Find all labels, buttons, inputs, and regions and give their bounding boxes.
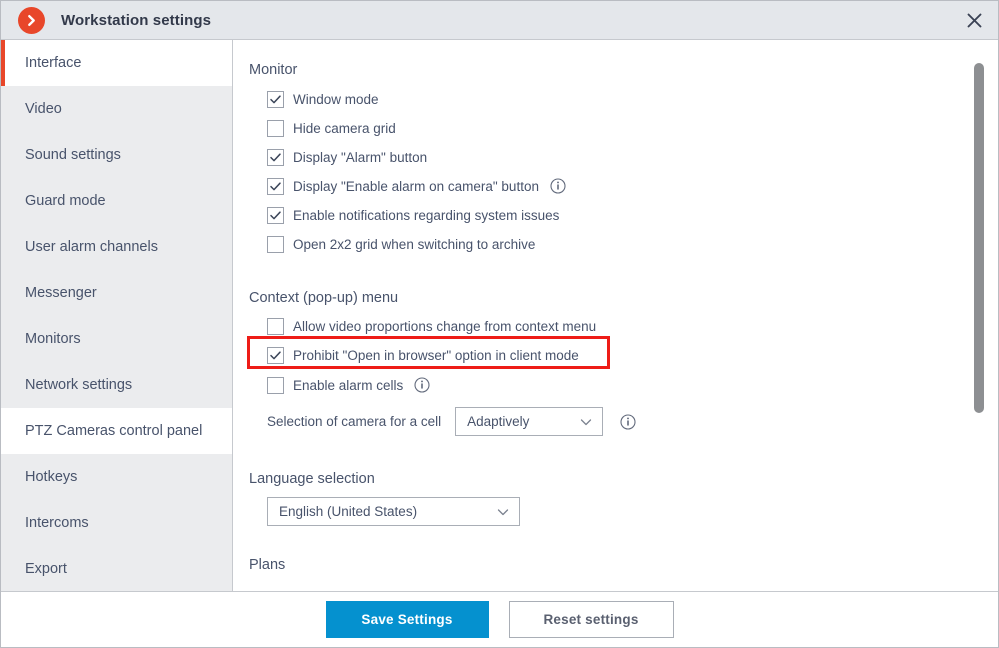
- sidebar-item-messenger[interactable]: Messenger: [1, 270, 232, 316]
- checkbox-row-enable-alarm-cells[interactable]: Enable alarm cells: [267, 374, 430, 396]
- chevron-down-icon: [579, 415, 593, 429]
- camera-selection-value: Adaptively: [467, 414, 530, 429]
- section-title-plans: Plans: [249, 557, 286, 573]
- checkbox-label: Allow video proportions change from cont…: [293, 318, 597, 334]
- sidebar-item-intercoms[interactable]: Intercoms: [1, 500, 232, 546]
- chevron-down-icon: [496, 505, 510, 519]
- sidebar-item-label: Interface: [25, 55, 82, 71]
- sidebar-item-monitors[interactable]: Monitors: [1, 316, 232, 362]
- section-title-monitor: Monitor: [249, 62, 298, 78]
- checkbox-row-enable-notifications[interactable]: Enable notifications regarding system is…: [267, 204, 559, 226]
- checkbox-row-hide-camera-grid[interactable]: Hide camera grid: [267, 117, 396, 139]
- language-dropdown[interactable]: English (United States): [267, 497, 520, 526]
- close-icon: [967, 13, 981, 27]
- reset-settings-button[interactable]: Reset settings: [508, 601, 674, 638]
- camera-selection-row: Selection of camera for a cell Adaptivel…: [267, 406, 636, 437]
- sidebar-item-label: Export: [25, 561, 67, 577]
- checkbox-display-enable-alarm-on-camera[interactable]: [267, 177, 284, 195]
- sidebar-nav: Interface Video Sound settings Guard mode Us…: [1, 40, 233, 591]
- checkbox-open-2x2-grid[interactable]: [267, 235, 284, 253]
- sidebar-item-label: Messenger: [25, 285, 97, 301]
- sidebar-item-label: Network settings: [25, 377, 133, 393]
- settings-content-panel: Monitor Window mode Hide camera grid Dis…: [234, 40, 998, 591]
- checkbox-row-window-mode[interactable]: Window mode: [267, 88, 379, 110]
- sidebar-item-export[interactable]: Export: [1, 546, 232, 591]
- info-icon[interactable]: [620, 413, 636, 430]
- check-icon: [270, 181, 281, 190]
- sidebar-item-label: Guard mode: [25, 193, 106, 209]
- sidebar-item-ptz-cameras-control-panel[interactable]: PTZ Cameras control panel: [1, 408, 232, 454]
- chevron-right-circle-icon: [18, 6, 45, 34]
- check-icon: [270, 152, 281, 161]
- sidebar-item-sound-settings[interactable]: Sound settings: [1, 132, 232, 178]
- camera-selection-label: Selection of camera for a cell: [267, 414, 442, 429]
- checkbox-row-display-enable-alarm-on-camera[interactable]: Display "Enable alarm on camera" button: [267, 175, 566, 197]
- sidebar-item-label: Video: [25, 101, 62, 117]
- window-title: Workstation settings: [61, 11, 212, 29]
- checkbox-label: Enable alarm cells: [293, 377, 404, 393]
- close-button[interactable]: [950, 1, 998, 39]
- dialog-footer: Save Settings Reset settings: [1, 591, 998, 647]
- sidebar-item-label: Hotkeys: [25, 469, 78, 485]
- vertical-scrollbar-thumb[interactable]: [974, 63, 984, 413]
- checkbox-row-allow-video-proportions[interactable]: Allow video proportions change from cont…: [267, 315, 596, 337]
- sidebar-item-guard-mode[interactable]: Guard mode: [1, 178, 232, 224]
- checkbox-label: Display "Enable alarm on camera" button: [293, 178, 539, 194]
- sidebar-item-label: PTZ Cameras control panel: [25, 423, 203, 439]
- save-settings-button[interactable]: Save Settings: [325, 601, 489, 638]
- checkbox-label: Prohibit "Open in browser" option in cli…: [293, 347, 579, 363]
- sidebar-item-label: Sound settings: [25, 147, 121, 163]
- sidebar-item-hotkeys[interactable]: Hotkeys: [1, 454, 232, 500]
- checkbox-row-open-2x2-grid[interactable]: Open 2x2 grid when switching to archive: [267, 233, 535, 255]
- section-title-language-selection: Language selection: [249, 471, 375, 487]
- sidebar-item-network-settings[interactable]: Network settings: [1, 362, 232, 408]
- checkbox-label: Window mode: [293, 91, 379, 107]
- checkbox-enable-notifications[interactable]: [267, 206, 284, 224]
- checkbox-allow-video-proportions[interactable]: [267, 317, 284, 335]
- checkbox-display-alarm-button[interactable]: [267, 148, 284, 166]
- camera-selection-dropdown[interactable]: Adaptively: [455, 407, 604, 436]
- check-icon: [270, 350, 281, 359]
- info-icon[interactable]: [550, 178, 566, 194]
- vertical-scrollbar-track[interactable]: [974, 40, 984, 591]
- info-icon[interactable]: [414, 377, 430, 393]
- section-title-context-menu: Context (pop-up) menu: [249, 290, 399, 306]
- checkbox-label: Open 2x2 grid when switching to archive: [293, 236, 536, 252]
- checkbox-window-mode[interactable]: [267, 90, 284, 108]
- checkbox-label: Hide camera grid: [293, 120, 396, 136]
- workstation-settings-dialog: Workstation settings Interface Video Sound…: [0, 0, 999, 648]
- checkbox-row-display-alarm-button[interactable]: Display "Alarm" button: [267, 146, 427, 168]
- sidebar-item-interface[interactable]: Interface: [1, 40, 232, 86]
- check-icon: [270, 94, 281, 103]
- sidebar-item-video[interactable]: Video: [1, 86, 232, 132]
- sidebar-item-label: User alarm channels: [25, 239, 158, 255]
- checkbox-label: Enable notifications regarding system is…: [293, 207, 560, 223]
- checkbox-enable-alarm-cells[interactable]: [267, 376, 284, 394]
- title-bar: Workstation settings: [1, 1, 998, 40]
- sidebar-item-user-alarm-channels[interactable]: User alarm channels: [1, 224, 232, 270]
- check-icon: [270, 210, 281, 219]
- checkbox-row-prohibit-open-in-browser[interactable]: Prohibit "Open in browser" option in cli…: [267, 344, 579, 366]
- sidebar-item-label: Monitors: [25, 331, 81, 347]
- language-value: English (United States): [279, 504, 418, 519]
- checkbox-label: Display "Alarm" button: [293, 149, 428, 165]
- checkbox-prohibit-open-in-browser[interactable]: [267, 346, 284, 364]
- sidebar-item-label: Intercoms: [25, 515, 89, 531]
- checkbox-hide-camera-grid[interactable]: [267, 119, 284, 137]
